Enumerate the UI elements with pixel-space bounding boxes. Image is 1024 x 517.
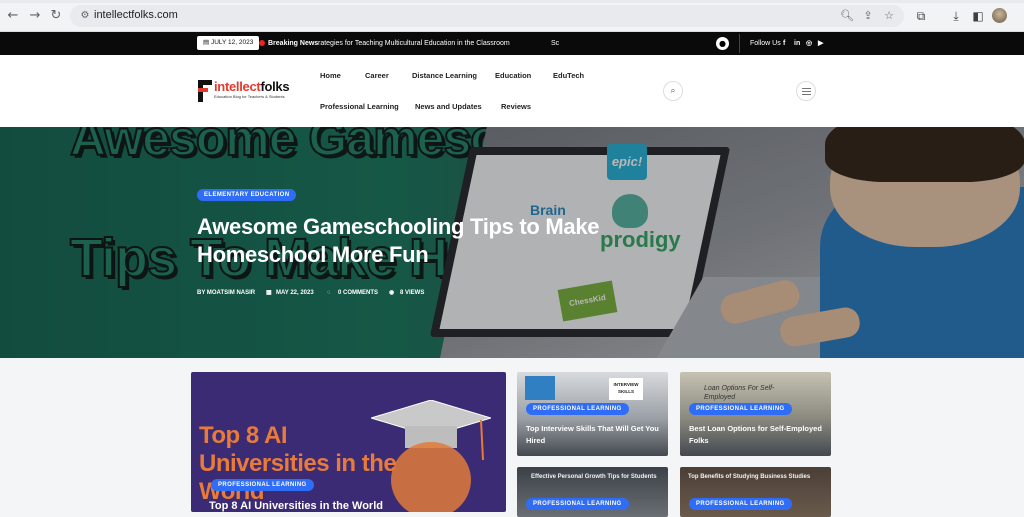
instagram-icon[interactable]: ◎ — [806, 37, 812, 50]
zoom-icon[interactable]: 🔍︎ — [840, 9, 854, 23]
download-icon[interactable]: ⤓ — [948, 8, 964, 24]
forward-icon[interactable]: → — [27, 8, 43, 24]
back-icon[interactable]: ← — [5, 8, 21, 24]
top-bar: ▤ JULY 12, 2023 Breaking News rategies f… — [0, 32, 1024, 55]
hero-date: MAY 22, 2023 — [276, 290, 314, 296]
hero-author[interactable]: BY MOATSIM NASIR — [197, 289, 255, 297]
hero-views: 8 VIEWS — [400, 290, 425, 296]
hero-title-line1[interactable]: Awesome Gameschooling Tips to Make — [197, 213, 617, 241]
eye-icon: ◉ — [389, 290, 395, 296]
card-image-text: Effective Personal Growth Tips for Stude… — [531, 474, 657, 480]
card-category-badge[interactable]: PROFESSIONAL LEARNING — [526, 498, 629, 510]
card-image-text: Loan Options For Self-Employed — [704, 385, 775, 401]
calendar-icon: ▦ — [266, 290, 272, 296]
post-card-loan-options[interactable]: Loan Options For Self-Employed PROFESSIO… — [680, 372, 831, 456]
user-account-icon[interactable]: ● — [716, 37, 729, 50]
site-logo[interactable]: intellectfolks Education Blog for Teache… — [198, 80, 308, 102]
nav-distance-learning[interactable]: Distance Learning — [412, 71, 477, 81]
follow-us-label: Follow Us — [750, 40, 781, 47]
bookmark-star-icon[interactable]: ☆ — [882, 9, 896, 23]
graduation-head-icon — [371, 400, 491, 512]
card-image-text: INTERVIEW SKILLS — [609, 378, 643, 400]
date-text: JULY 12, 2023 — [210, 39, 254, 46]
hero-title-line2[interactable]: Homeschool More Fun — [197, 241, 617, 269]
nav-education[interactable]: Education — [495, 71, 531, 81]
tab-strip — [0, 0, 1024, 3]
divider — [739, 34, 740, 53]
nav-career[interactable]: Career — [365, 71, 389, 81]
logo-mark-icon — [198, 80, 212, 102]
hamburger-menu-icon[interactable] — [796, 81, 816, 101]
comment-icon: ◌ — [327, 290, 331, 296]
search-icon[interactable]: ⌕ — [663, 81, 683, 101]
nav-reviews[interactable]: Reviews — [501, 102, 531, 112]
nav-news-and-updates[interactable]: News and Updates — [415, 102, 482, 112]
linkedin-icon[interactable]: in — [794, 37, 800, 50]
hero-category-badge[interactable]: ELEMENTARY EDUCATION — [197, 189, 297, 201]
hero-title[interactable]: Awesome Gameschooling Tips to Make Homes… — [197, 213, 617, 269]
breaking-text: Breaking News — [268, 40, 319, 47]
logo-text-part1: intellect — [214, 79, 261, 94]
url-text[interactable]: intellectfolks.com — [94, 9, 178, 21]
post-card-business-studies[interactable]: Top Benefits of Studying Business Studie… — [680, 467, 831, 517]
facebook-icon[interactable]: f — [783, 37, 785, 50]
hero-comments[interactable]: 0 COMMENTS — [338, 289, 378, 297]
card-category-badge[interactable]: PROFESSIONAL LEARNING — [526, 403, 629, 415]
card-image-text: Top Benefits of Studying Business Studie… — [688, 474, 811, 480]
card-title[interactable]: Top Interview Skills That Will Get You H… — [526, 423, 664, 447]
breaking-news-label: Breaking News — [259, 37, 318, 50]
post-card-personal-growth[interactable]: Effective Personal Growth Tips for Stude… — [517, 467, 668, 517]
extensions-icon[interactable]: ⧉ — [913, 8, 929, 24]
browser-toolbar: ← → ↻ ⚙ intellectfolks.com 🔍︎ ⇪ ☆ ⧉ ⤓ ◧ — [0, 0, 1024, 32]
card-title[interactable]: Best Loan Options for Self-Employed Folk… — [689, 423, 827, 447]
site-settings-icon[interactable]: ⚙ — [78, 9, 92, 23]
profile-avatar[interactable] — [992, 8, 1007, 23]
side-panel-icon[interactable]: ◧ — [970, 8, 986, 24]
share-icon[interactable]: ⇪ — [861, 9, 875, 23]
address-bar[interactable]: ⚙ intellectfolks.com 🔍︎ ⇪ ☆ — [70, 5, 904, 27]
post-card-interview-skills[interactable]: INTERVIEW SKILLS PROFESSIONAL LEARNING T… — [517, 372, 668, 456]
card-category-badge[interactable]: PROFESSIONAL LEARNING — [689, 403, 792, 415]
card-image-text: Top 8 AI Universities in the World — [199, 422, 397, 505]
card-illustration — [525, 376, 555, 400]
nav-professional-learning[interactable]: Professional Learning — [320, 102, 399, 112]
card-title[interactable]: Top 8 AI Universities in the World — [209, 500, 383, 512]
hero-featured-post[interactable]: Awesome Gameschooling Tips To Make Homes… — [0, 127, 1024, 358]
logo-text-part2: folks — [260, 79, 290, 94]
post-card-ai-universities[interactable]: Top 8 AI Universities in the World PROFE… — [191, 372, 506, 512]
card-category-badge[interactable]: PROFESSIONAL LEARNING — [689, 498, 792, 510]
live-dot-icon — [259, 40, 265, 46]
news-ticker[interactable]: rategies for Teaching Multicultural Educ… — [318, 37, 510, 50]
youtube-icon[interactable]: ▶ — [818, 37, 823, 50]
nav-edutech[interactable]: EduTech — [553, 71, 584, 81]
nav-home[interactable]: Home — [320, 71, 341, 81]
news-ticker-next[interactable]: Sc — [551, 37, 559, 50]
site-header: intellectfolks Education Blog for Teache… — [0, 55, 1024, 127]
reload-icon[interactable]: ↻ — [48, 8, 64, 24]
logo-tagline: Education Blog for Teachers & Students — [214, 94, 285, 99]
card-category-badge[interactable]: PROFESSIONAL LEARNING — [211, 479, 314, 491]
date-badge: ▤ JULY 12, 2023 — [197, 36, 260, 50]
